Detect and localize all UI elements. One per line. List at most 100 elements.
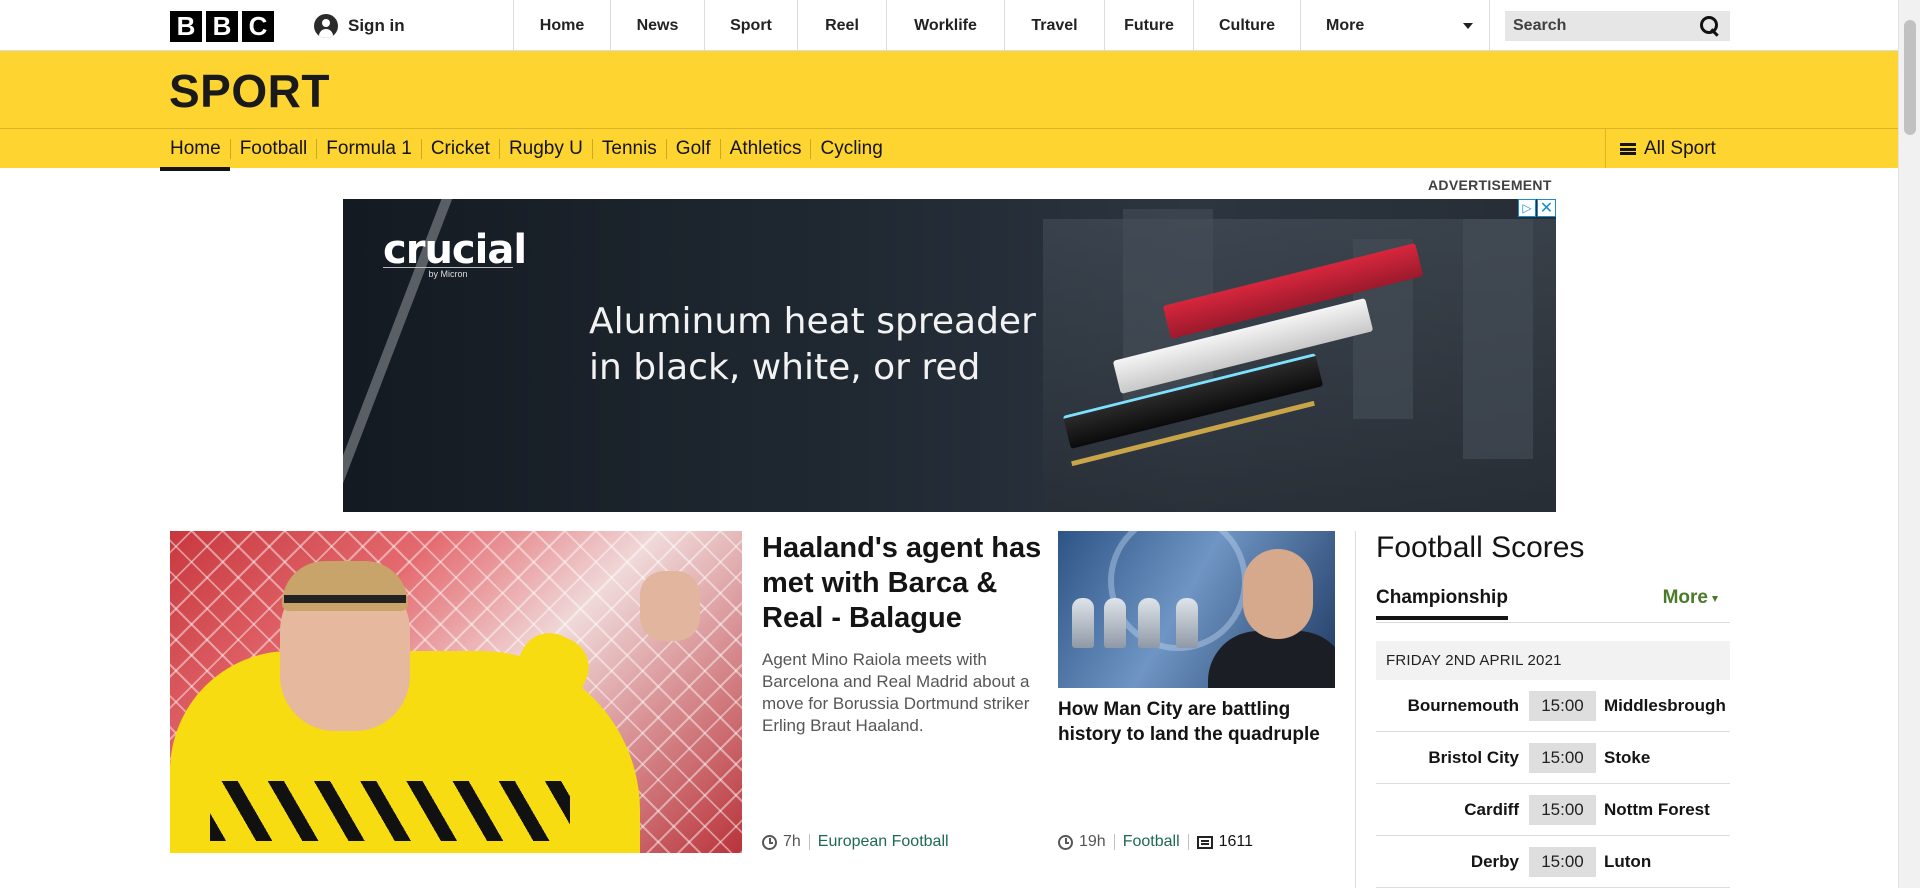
chevron-down-icon — [1463, 22, 1473, 29]
nav-more[interactable]: More — [1300, 0, 1490, 51]
second-story-meta: 19h Football 1611 — [1058, 833, 1253, 851]
player-hair — [282, 561, 408, 611]
divider — [808, 834, 810, 850]
kickoff-time: 15:00 — [1529, 742, 1596, 773]
second-story-time: 19h — [1079, 833, 1106, 850]
lead-story-image[interactable] — [170, 531, 742, 853]
shirt-stripes — [210, 781, 570, 841]
lead-story-title[interactable]: Haaland's agent has met with Barca & Rea… — [762, 531, 1047, 636]
nav-sport[interactable]: Sport — [704, 0, 797, 51]
nav-home[interactable]: Home — [513, 0, 610, 51]
scores-tabs: Championship More — [1376, 587, 1730, 623]
nav-travel[interactable]: Travel — [1004, 0, 1104, 51]
away-team: Stoke — [1604, 747, 1651, 767]
player-headband — [284, 595, 406, 603]
sport-nav-athletics[interactable]: Athletics — [719, 138, 811, 159]
ad-headline: Aluminum heat spreader in black, white, … — [589, 299, 1036, 391]
advertisement-label: ADVERTISEMENT — [1428, 177, 1552, 193]
scores-title: Football Scores — [1376, 531, 1585, 564]
search-icon[interactable] — [1700, 16, 1720, 36]
sport-nav-tennis[interactable]: Tennis — [591, 138, 666, 159]
scores-more-dropdown[interactable]: More — [1663, 587, 1718, 609]
column-divider — [1355, 531, 1356, 888]
menu-icon — [1620, 142, 1636, 155]
tab-championship[interactable]: Championship — [1376, 587, 1508, 620]
bbc-logo-letter: B — [206, 11, 238, 42]
sport-banner: SPORT — [0, 51, 1898, 129]
away-team: Middlesbrough — [1604, 695, 1726, 715]
manager-face — [1243, 549, 1313, 639]
ad-headline-line: in black, white, or red — [589, 347, 981, 388]
second-story-tag[interactable]: Football — [1123, 833, 1180, 851]
nav-news[interactable]: News — [610, 0, 704, 51]
second-story-title[interactable]: How Man City are battling history to lan… — [1058, 697, 1343, 747]
page-scrollbar[interactable] — [1898, 0, 1920, 888]
clock-icon — [762, 834, 777, 850]
kickoff-time: 15:00 — [1529, 846, 1596, 877]
search-box — [1505, 11, 1730, 41]
bbc-logo[interactable]: B B C — [170, 11, 274, 42]
lead-story-summary: Agent Mino Raiola meets with Barcelona a… — [762, 650, 1030, 735]
advertisement-banner[interactable]: crucial by Micron Aluminum heat spreader… — [343, 199, 1556, 512]
fixture-row[interactable]: Bristol City 15:00 Stoke — [1376, 732, 1730, 784]
page-title[interactable]: SPORT — [169, 64, 330, 118]
away-team: Luton — [1604, 851, 1652, 871]
global-header: B B C Sign in Home News Sport Reel Workl… — [0, 0, 1898, 51]
kickoff-time: 15:00 — [1529, 794, 1596, 825]
sport-nav-cycling[interactable]: Cycling — [810, 138, 891, 159]
sport-nav-home[interactable]: Home — [160, 138, 230, 171]
football-scores-panel: Football Scores Championship More FRIDAY… — [1376, 531, 1730, 888]
second-story-image[interactable] — [1058, 531, 1335, 688]
nav-future[interactable]: Future — [1104, 0, 1193, 51]
clock-icon — [1058, 834, 1073, 850]
fixture-date: FRIDAY 2ND APRIL 2021 — [1376, 641, 1730, 680]
lead-story-meta: 7h European Football — [762, 833, 949, 851]
trophy — [1138, 598, 1160, 648]
nav-worklife[interactable]: Worklife — [886, 0, 1004, 51]
adchoices-icon[interactable]: ▷ — [1518, 199, 1536, 217]
bbc-logo-letter: B — [170, 11, 202, 42]
sport-nav-rugby-union[interactable]: Rugby U — [498, 138, 592, 159]
micron-logo: by Micron — [383, 267, 513, 279]
trophy — [1176, 598, 1198, 648]
lead-story-text: Haaland's agent has met with Barca & Rea… — [762, 531, 1047, 737]
comment-count[interactable]: 1611 — [1219, 833, 1253, 851]
ad-building — [1463, 219, 1533, 459]
player-hand — [640, 571, 700, 641]
sport-nav-links: Home Football Formula 1 Cricket Rugby U … — [160, 129, 892, 171]
sign-in-link[interactable]: Sign in — [314, 14, 405, 38]
away-team: Nottm Forest — [1604, 799, 1710, 819]
scrollbar-thumb[interactable] — [1904, 20, 1916, 135]
sport-nav-formula1[interactable]: Formula 1 — [316, 138, 421, 159]
sport-nav-football[interactable]: Football — [229, 138, 317, 159]
nav-reel[interactable]: Reel — [797, 0, 886, 51]
sign-in-label: Sign in — [348, 16, 405, 35]
sport-nav-cricket[interactable]: Cricket — [420, 138, 499, 159]
comment-icon — [1196, 835, 1213, 849]
home-team: Cardiff — [1464, 799, 1519, 819]
all-sport-button[interactable]: All Sport — [1605, 129, 1716, 168]
manager-coat — [1208, 631, 1335, 688]
close-icon[interactable]: ✕ — [1537, 199, 1556, 217]
divider — [1187, 834, 1189, 850]
search-input[interactable] — [1513, 17, 1683, 35]
lead-story-tag[interactable]: European Football — [818, 833, 949, 851]
all-sport-label: All Sport — [1644, 137, 1716, 159]
user-icon — [314, 14, 338, 38]
kickoff-time: 15:00 — [1529, 690, 1596, 721]
home-team: Bristol City — [1428, 747, 1519, 767]
chevron-down-icon — [1712, 596, 1718, 602]
fixture-row[interactable]: Derby 15:00 Luton — [1376, 836, 1730, 888]
nav-more-label: More — [1326, 16, 1365, 34]
global-nav: Home News Sport Reel Worklife Travel Fut… — [513, 0, 1490, 51]
bbc-logo-letter: C — [242, 11, 274, 42]
scores-more-label: More — [1662, 587, 1708, 608]
nav-culture[interactable]: Culture — [1193, 0, 1300, 51]
home-team: Bournemouth — [1407, 695, 1519, 715]
trophy — [1072, 598, 1094, 648]
fixture-row[interactable]: Cardiff 15:00 Nottm Forest — [1376, 784, 1730, 836]
lead-story-time: 7h — [783, 833, 801, 850]
sport-nav-golf[interactable]: Golf — [665, 138, 720, 159]
ad-headline-line: Aluminum heat spreader — [589, 301, 1036, 342]
fixture-row[interactable]: Bournemouth 15:00 Middlesbrough — [1376, 680, 1730, 732]
